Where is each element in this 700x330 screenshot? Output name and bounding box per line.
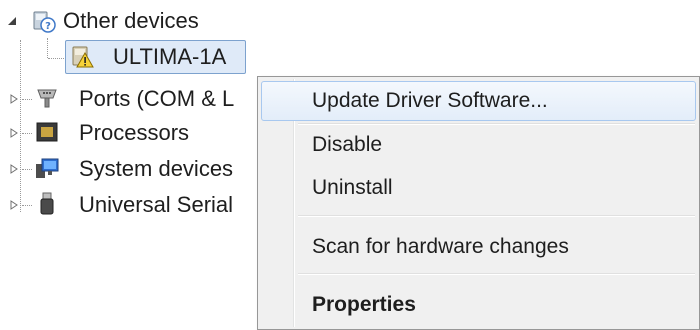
tree-item-other-devices[interactable]: Other devices <box>63 6 199 36</box>
expand-arrow-icon[interactable] <box>8 93 20 105</box>
usb-icon <box>35 192 59 216</box>
expand-arrow-icon[interactable] <box>8 127 20 139</box>
processor-icon <box>35 120 59 144</box>
expand-arrow-icon[interactable] <box>8 199 20 211</box>
menu-item-update-driver-software[interactable]: Update Driver Software... <box>261 81 696 121</box>
tree-connector-line <box>22 99 32 100</box>
tree-connector-line <box>47 38 48 58</box>
system-devices-icon <box>35 156 59 180</box>
tree-connector-line <box>20 40 21 212</box>
port-icon <box>35 86 59 110</box>
collapse-arrow-icon[interactable] <box>6 15 18 27</box>
svg-text:?: ? <box>45 21 51 32</box>
menu-item-scan-for-hardware-changes[interactable]: Scan for hardware changes <box>261 227 696 267</box>
tree-connector-line <box>22 169 32 170</box>
tree-connector-line <box>22 133 32 134</box>
tree-item-ultima-1a[interactable]: ULTIMA-1A <box>113 42 226 72</box>
unknown-device-icon: ? <box>32 9 56 33</box>
context-menu: Update Driver Software... Disable Uninst… <box>257 76 700 330</box>
menu-separator <box>298 215 695 217</box>
menu-item-disable[interactable]: Disable <box>261 125 696 165</box>
menu-separator <box>298 273 695 275</box>
tree-connector-line <box>22 205 32 206</box>
menu-item-uninstall[interactable]: Uninstall <box>261 168 696 208</box>
tree-item-processors[interactable]: Processors <box>79 118 189 148</box>
expand-arrow-icon[interactable] <box>8 163 20 175</box>
tree-item-universal-serial[interactable]: Universal Serial <box>79 190 233 220</box>
tree-item-system-devices[interactable]: System devices <box>79 154 233 184</box>
warning-device-icon <box>70 45 94 69</box>
menu-item-properties[interactable]: Properties <box>261 285 696 325</box>
tree-item-ports[interactable]: Ports (COM & L <box>79 84 234 114</box>
